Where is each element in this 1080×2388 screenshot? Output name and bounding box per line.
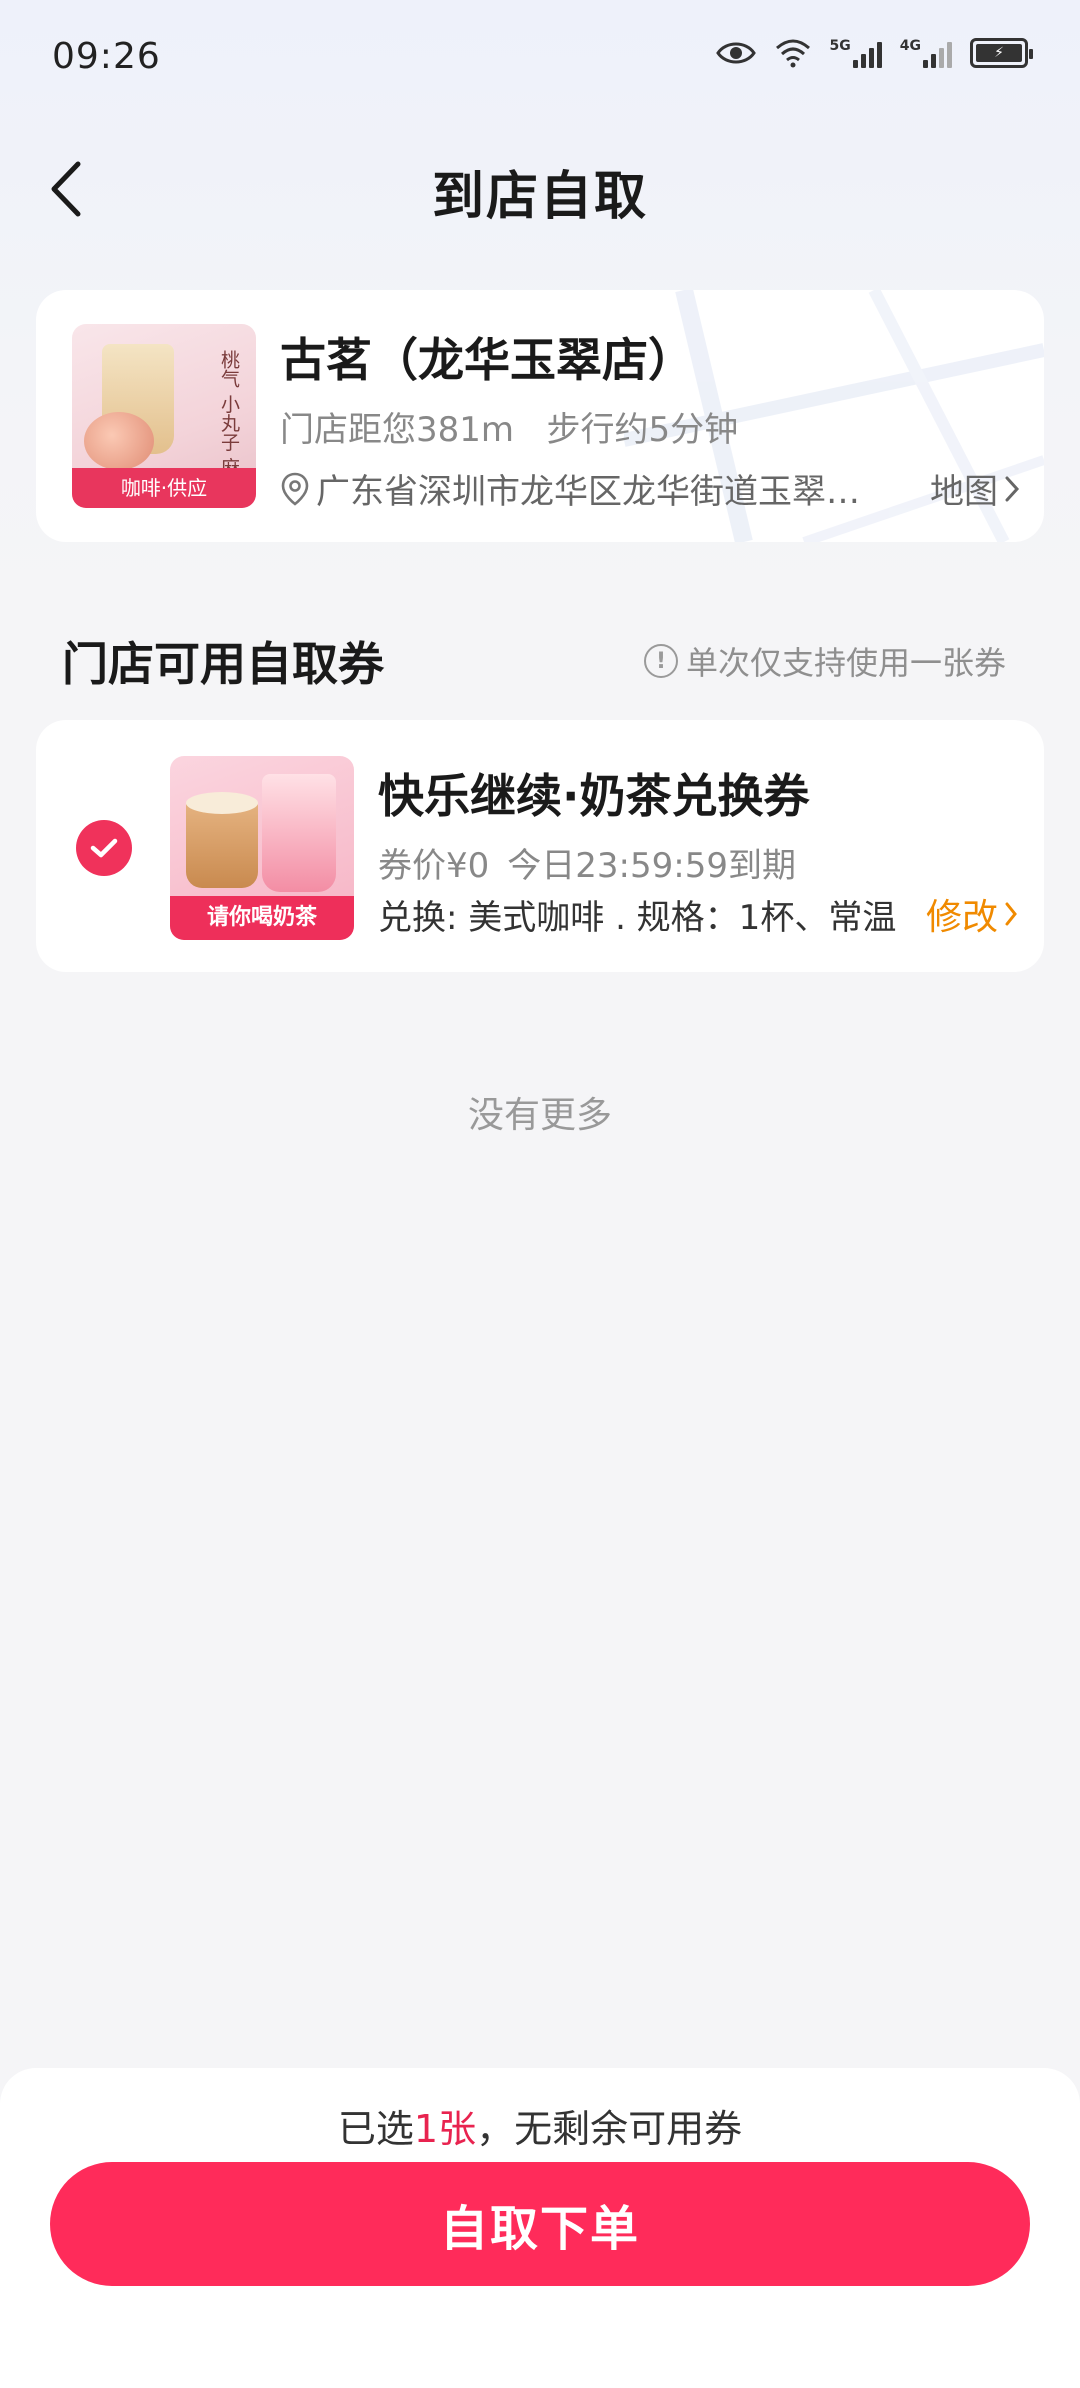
nav-bar: 到店自取	[0, 140, 1080, 240]
store-distance: 门店距您381m 步行约5分钟	[280, 410, 739, 450]
wifi-icon	[774, 38, 812, 68]
network-4g-label: 4G	[899, 38, 921, 54]
coupons-note-text: 单次仅支持使用一张券	[685, 644, 1006, 682]
signal-4g-icon: 4G	[900, 38, 952, 68]
chevron-right-icon	[1005, 476, 1020, 501]
bottom-bar: 已选1张，无剩余可用券 自取下单	[0, 2068, 1080, 2388]
info-icon: !	[643, 644, 678, 678]
summary-count: 1张	[413, 2107, 477, 2151]
network-5g-label: 5G	[829, 38, 851, 54]
modify-label: 修改	[925, 897, 998, 938]
coupon-meta: 券价¥0 今日23:59:59到期	[378, 838, 796, 887]
coupon-image-tag: 请你喝奶茶	[170, 896, 354, 940]
status-time: 09:26	[52, 36, 161, 77]
page-title: 到店自取	[431, 167, 648, 227]
coupons-section-note: ! 单次仅支持使用一张券	[643, 638, 1006, 684]
coupon-exchange-row: 兑换: 美式咖啡 . 规格：1杯、常温 修改	[378, 888, 1018, 940]
eye-icon	[715, 39, 756, 67]
map-link[interactable]: 地图	[930, 464, 1020, 513]
store-address-row: 广东省深圳市龙华区龙华街道玉翠社区 地图	[280, 464, 1020, 513]
store-name: 古茗（龙华玉翠店）	[280, 333, 694, 387]
coupon-expiry: 今日23:59:59到期	[507, 846, 796, 886]
battery-icon: ⚡	[970, 38, 1033, 68]
store-card[interactable]: 桃气 小丸子 麻薯 咖啡·供应 古茗（龙华玉翠店） 门店距您381m 步行约5分…	[36, 290, 1044, 542]
submit-order-button[interactable]: 自取下单	[50, 2162, 1030, 2286]
store-image-tag: 咖啡·供应	[72, 468, 256, 508]
coupon-exchange: 兑换: 美式咖啡 . 规格：1杯、常温	[378, 897, 897, 938]
signal-5g-icon: 5G	[830, 38, 882, 68]
summary-prefix: 已选	[337, 2107, 414, 2151]
list-end-text: 没有更多	[467, 1095, 612, 1136]
checkmark-icon[interactable]	[76, 820, 132, 876]
map-link-label: 地图	[930, 472, 998, 512]
modify-link[interactable]: 修改	[926, 888, 1018, 940]
coupon-name: 快乐继续·奶茶兑换券	[378, 769, 810, 823]
location-pin-icon	[281, 472, 309, 506]
coupon-image: 请你喝奶茶	[170, 756, 354, 940]
summary-suffix: ，无剩余可用券	[476, 2107, 743, 2151]
coupon-price: 券价¥0	[378, 846, 490, 886]
selected-summary: 已选1张，无剩余可用券	[0, 2098, 1080, 2153]
status-icons: 5G 4G ⚡	[715, 38, 1033, 68]
coupon-card[interactable]: 请你喝奶茶 快乐继续·奶茶兑换券 券价¥0 今日23:59:59到期 兑换: 美…	[36, 720, 1044, 972]
store-address: 广东省深圳市龙华区龙华街道玉翠社区	[316, 472, 882, 512]
store-image: 桃气 小丸子 麻薯 咖啡·供应	[72, 324, 256, 508]
status-bar: 09:26 5G 4G ⚡	[0, 0, 1080, 120]
chevron-right-icon	[1005, 902, 1017, 926]
coupons-section-title: 门店可用自取券	[62, 637, 384, 691]
